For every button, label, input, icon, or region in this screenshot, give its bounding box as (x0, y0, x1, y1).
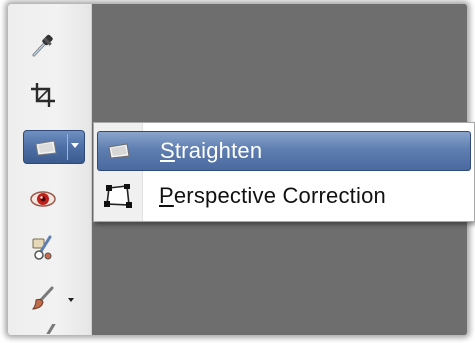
clone-icon (28, 233, 58, 268)
menu-item-straighten[interactable]: Straighten (97, 131, 471, 171)
clone-tool[interactable] (26, 233, 60, 267)
crop-tool[interactable] (26, 80, 60, 114)
perspective-correction-icon (103, 181, 133, 211)
brush-tool[interactable] (26, 283, 60, 317)
chevron-down-icon[interactable] (71, 143, 79, 148)
brush-icon (28, 324, 58, 335)
chevron-down-icon[interactable] (68, 298, 74, 302)
red-eye-tool[interactable] (26, 184, 60, 218)
eyedropper-icon (28, 30, 58, 65)
screenshot-frame: Straighten Perspective Correction (0, 0, 475, 343)
straighten-icon (34, 139, 58, 162)
straighten-icon (104, 136, 134, 166)
menu-item-perspective-correction[interactable]: Perspective Correction (97, 176, 471, 216)
straighten-dropdown-menu: Straighten Perspective Correction (93, 122, 475, 222)
partial-tool[interactable] (26, 324, 60, 335)
crop-icon (28, 80, 58, 115)
menu-item-label: Perspective Correction (159, 183, 386, 208)
menu-item-label: Straighten (160, 138, 263, 163)
tool-palette (8, 4, 92, 335)
straighten-tool-button[interactable] (23, 130, 85, 164)
eyedropper-tool[interactable] (26, 30, 60, 64)
red-eye-icon (28, 188, 58, 215)
brush-icon (28, 283, 58, 318)
dropdown-separator (67, 134, 68, 160)
